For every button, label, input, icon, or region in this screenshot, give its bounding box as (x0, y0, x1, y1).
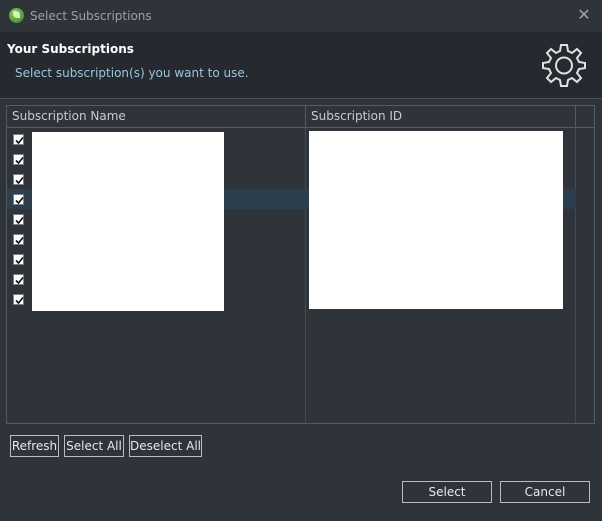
checkmark-icon (15, 276, 24, 285)
window-title: Select Subscriptions (30, 9, 152, 23)
row-checkbox[interactable] (13, 194, 24, 205)
title-bar: Select Subscriptions ✕ (0, 0, 602, 32)
row-checkbox[interactable] (13, 154, 24, 165)
checkmark-icon (15, 216, 24, 225)
checkmark-icon (15, 176, 24, 185)
gear-icon (542, 44, 586, 87)
row-checkbox[interactable] (13, 134, 24, 145)
column-header-id[interactable]: Subscription ID (306, 106, 576, 128)
checkmark-icon (15, 236, 24, 245)
select-button[interactable]: Select (402, 481, 492, 503)
subscriptions-table: Subscription Name Subscription ID (6, 105, 595, 424)
dialog-header: Your Subscriptions Select subscription(s… (0, 32, 602, 99)
checkmark-icon (15, 256, 24, 265)
header-subtitle: Select subscription(s) you want to use. (15, 66, 249, 80)
checkmark-icon (15, 156, 24, 165)
subscription-id-values (309, 131, 563, 309)
select-all-button[interactable]: Select All (64, 435, 124, 457)
refresh-button[interactable]: Refresh (10, 435, 59, 457)
column-header-filler (576, 106, 594, 128)
spring-leaf-icon (9, 8, 24, 23)
header-title: Your Subscriptions (7, 42, 134, 56)
row-checkbox[interactable] (13, 274, 24, 285)
cancel-button[interactable]: Cancel (500, 481, 590, 503)
row-checkbox[interactable] (13, 174, 24, 185)
column-header-name[interactable]: Subscription Name (7, 106, 306, 128)
close-icon[interactable]: ✕ (575, 6, 593, 24)
row-checkbox[interactable] (13, 214, 24, 225)
checkmark-icon (15, 296, 24, 305)
table-header: Subscription Name Subscription ID (7, 106, 594, 128)
row-checkbox[interactable] (13, 234, 24, 245)
deselect-all-button[interactable]: Deselect All (129, 435, 202, 457)
checkmark-icon (15, 136, 24, 145)
subscription-name-values (32, 132, 224, 311)
checkmark-icon (15, 196, 24, 205)
row-checkbox[interactable] (13, 254, 24, 265)
row-checkbox[interactable] (13, 294, 24, 305)
